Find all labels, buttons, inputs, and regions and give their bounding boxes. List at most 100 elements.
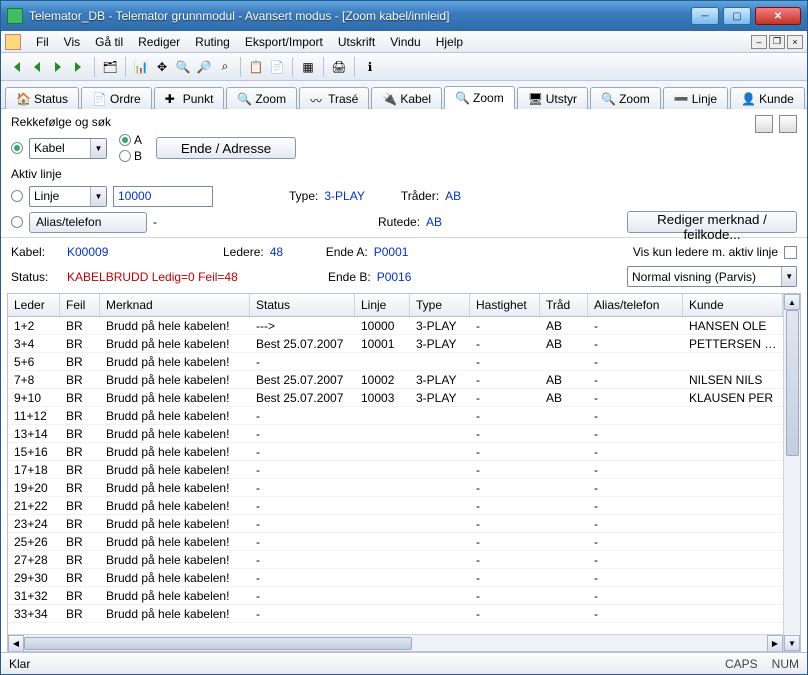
table-row[interactable]: 5+6BRBrudd på hele kabelen!--- <box>8 353 783 371</box>
tool-paste-icon[interactable]: 📄 <box>268 58 286 76</box>
horizontal-scrollbar[interactable]: ◀ ▶ <box>8 634 783 651</box>
close-button[interactable]: ✕ <box>755 7 801 25</box>
radio-a[interactable] <box>119 134 131 146</box>
tool-zoomin-icon[interactable]: 🔍 <box>174 58 192 76</box>
radio-kabel[interactable] <box>11 142 23 154</box>
menu-fil[interactable]: Fil <box>30 33 55 51</box>
menu-gatil[interactable]: Gå til <box>89 33 129 51</box>
chevron-down-icon[interactable]: ▼ <box>90 139 106 158</box>
chevron-down-icon[interactable]: ▼ <box>90 187 106 206</box>
tab-trasé-4[interactable]: 〰Trasé <box>299 87 369 109</box>
mdi-close[interactable]: × <box>787 35 803 49</box>
radio-linje[interactable] <box>11 190 23 202</box>
minimize-button[interactable]: ─ <box>691 7 719 25</box>
scroll-down-icon[interactable]: ▼ <box>784 635 800 651</box>
tab-zoom-8[interactable]: 🔍Zoom <box>590 87 661 109</box>
tool-card-icon[interactable]: 🗂 <box>101 58 119 76</box>
mdi-app-icon[interactable] <box>5 34 21 50</box>
tab-utstyr-7[interactable]: 🖥Utstyr <box>517 87 588 109</box>
tab-kunde-10[interactable]: 👤Kunde <box>730 87 805 109</box>
tool-grid-icon[interactable]: ▦ <box>299 58 317 76</box>
menu-vis[interactable]: Vis <box>58 33 86 51</box>
viewmode-combo[interactable]: ▼ <box>627 266 797 287</box>
cell-feil: BR <box>60 481 100 495</box>
viskun-checkbox[interactable] <box>784 246 797 259</box>
menu-ruting[interactable]: Ruting <box>189 33 236 51</box>
grid-body[interactable]: 1+2BRBrudd på hele kabelen!--->100003-PL… <box>8 317 783 634</box>
globe-icon[interactable] <box>755 115 773 133</box>
menu-vindu[interactable]: Vindu <box>384 33 426 51</box>
tool-copy-icon[interactable]: 📋 <box>247 58 265 76</box>
mdi-minimize[interactable]: – <box>751 35 767 49</box>
mdi-restore[interactable]: ❐ <box>769 35 785 49</box>
nav-next-icon[interactable] <box>49 58 67 76</box>
col-linje[interactable]: Linje <box>355 294 410 316</box>
table-row[interactable]: 31+32BRBrudd på hele kabelen!--- <box>8 587 783 605</box>
scroll-thumb-v[interactable] <box>786 310 799 456</box>
kabel-combo-text[interactable] <box>30 141 90 155</box>
col-status[interactable]: Status <box>250 294 355 316</box>
viewmode-text[interactable] <box>628 270 781 284</box>
tab-zoom-3[interactable]: 🔍Zoom <box>226 87 297 109</box>
tool-help-icon[interactable]: ℹ <box>361 58 379 76</box>
table-row[interactable]: 1+2BRBrudd på hele kabelen!--->100003-PL… <box>8 317 783 335</box>
tool-zoomout-icon[interactable]: 🔎 <box>195 58 213 76</box>
table-row[interactable]: 17+18BRBrudd på hele kabelen!--- <box>8 461 783 479</box>
rediger-merknad-button[interactable]: Rediger merknad / feilkode... <box>627 211 797 233</box>
linje-combo-text[interactable] <box>30 189 90 203</box>
table-row[interactable]: 33+34BRBrudd på hele kabelen!--- <box>8 605 783 623</box>
col-type[interactable]: Type <box>410 294 470 316</box>
radio-alias[interactable] <box>11 216 23 228</box>
radio-b[interactable] <box>119 150 131 162</box>
maximize-button[interactable]: ▢ <box>723 7 751 25</box>
tab-kabel-5[interactable]: 🔌Kabel <box>371 87 442 109</box>
menu-utskrift[interactable]: Utskrift <box>332 33 381 51</box>
tool-zoomfit-icon[interactable]: ⌕ <box>216 58 234 76</box>
menu-hjelp[interactable]: Hjelp <box>430 33 469 51</box>
table-row[interactable]: 7+8BRBrudd på hele kabelen!Best 25.07.20… <box>8 371 783 389</box>
menu-rediger[interactable]: Rediger <box>132 33 186 51</box>
table-row[interactable]: 9+10BRBrudd på hele kabelen!Best 25.07.2… <box>8 389 783 407</box>
table-row[interactable]: 21+22BRBrudd på hele kabelen!--- <box>8 497 783 515</box>
col-alias/telefon[interactable]: Alias/telefon <box>588 294 683 316</box>
nav-first-icon[interactable] <box>7 58 25 76</box>
table-row[interactable]: 11+12BRBrudd på hele kabelen!--- <box>8 407 783 425</box>
alias-telefon-button[interactable]: Alias/telefon <box>29 212 147 233</box>
tool-move-icon[interactable]: ✥ <box>153 58 171 76</box>
vertical-scrollbar[interactable]: ▲ ▼ <box>783 294 800 651</box>
scroll-right-icon[interactable]: ▶ <box>767 635 783 651</box>
table-row[interactable]: 27+28BRBrudd på hele kabelen!--- <box>8 551 783 569</box>
scroll-up-icon[interactable]: ▲ <box>784 294 800 310</box>
linje-combo[interactable]: ▼ <box>29 186 107 207</box>
col-leder[interactable]: Leder <box>8 294 60 316</box>
col-feil[interactable]: Feil <box>60 294 100 316</box>
ende-adresse-button[interactable]: Ende / Adresse <box>156 137 296 159</box>
tab-zoom-6[interactable]: 🔍Zoom <box>444 86 515 109</box>
chevron-down-icon[interactable]: ▼ <box>781 267 796 286</box>
nav-prev-icon[interactable] <box>28 58 46 76</box>
col-hastighet[interactable]: Hastighet <box>470 294 540 316</box>
col-merknad[interactable]: Merknad <box>100 294 250 316</box>
col-kunde[interactable]: Kunde <box>683 294 783 316</box>
tab-ordre-1[interactable]: 📄Ordre <box>81 87 152 109</box>
tab-status-0[interactable]: 🏠Status <box>5 87 79 109</box>
kabel-combo[interactable]: ▼ <box>29 138 107 159</box>
clipboard-icon[interactable] <box>779 115 797 133</box>
table-row[interactable]: 25+26BRBrudd på hele kabelen!--- <box>8 533 783 551</box>
tool-list-icon[interactable]: 📊 <box>132 58 150 76</box>
linje-value-input[interactable] <box>113 186 213 207</box>
col-tråd[interactable]: Tråd <box>540 294 588 316</box>
table-row[interactable]: 13+14BRBrudd på hele kabelen!--- <box>8 425 783 443</box>
table-row[interactable]: 15+16BRBrudd på hele kabelen!--- <box>8 443 783 461</box>
table-row[interactable]: 3+4BRBrudd på hele kabelen!Best 25.07.20… <box>8 335 783 353</box>
tab-punkt-2[interactable]: ✚Punkt <box>154 87 225 109</box>
nav-last-icon[interactable] <box>70 58 88 76</box>
tab-linje-9[interactable]: ➖Linje <box>663 87 728 109</box>
table-row[interactable]: 23+24BRBrudd på hele kabelen!--- <box>8 515 783 533</box>
tool-print-icon[interactable]: 🖨 <box>330 58 348 76</box>
table-row[interactable]: 19+20BRBrudd på hele kabelen!--- <box>8 479 783 497</box>
scroll-left-icon[interactable]: ◀ <box>8 635 24 651</box>
table-row[interactable]: 29+30BRBrudd på hele kabelen!--- <box>8 569 783 587</box>
scroll-thumb[interactable] <box>24 637 412 650</box>
menu-eksport[interactable]: Eksport/Import <box>239 33 329 51</box>
